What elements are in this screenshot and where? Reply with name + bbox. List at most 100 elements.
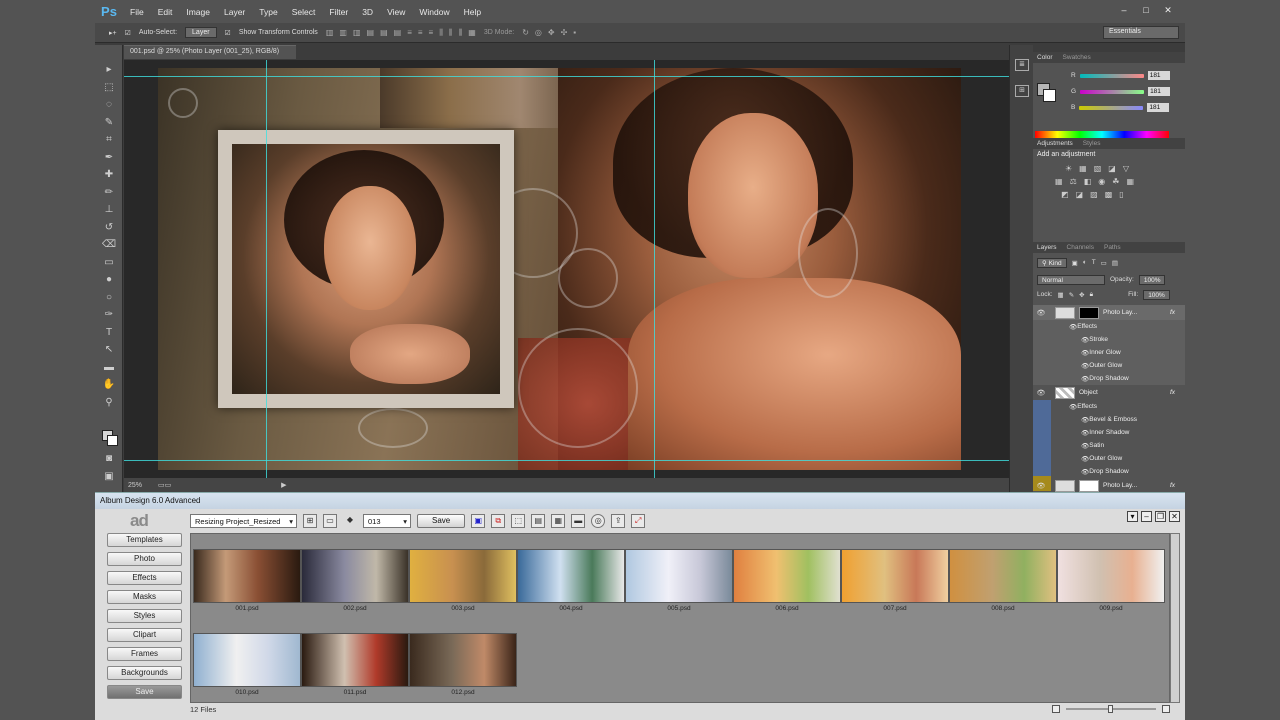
close-button[interactable]: ✕ [1159,3,1177,17]
open-folder-icon[interactable]: ▭ [323,514,337,528]
visibility-eye-icon[interactable]: 👁︎ [1033,389,1049,397]
layer-photo-2[interactable]: 👁︎ Photo Lay... fx [1033,478,1185,493]
align-top-icon[interactable]: ▥ [326,28,334,38]
lock-transparent-icon[interactable]: ▦ [1058,291,1064,299]
psd-icon[interactable]: ▣ [471,514,486,528]
pdf-icon[interactable]: ⧉ [491,514,506,528]
distribute-vcenter-icon[interactable]: ≡ [418,28,423,38]
masks-button[interactable]: Masks [107,590,182,604]
tab-adjustments[interactable]: Adjustments [1037,140,1073,147]
distribute-bottom-icon[interactable]: ≡ [429,28,434,38]
hue-saturation-icon[interactable]: ▦ [1055,177,1063,186]
thumbnail-item[interactable]: 009.psd [1057,549,1165,613]
zoom-tool-icon[interactable]: ⚲ [95,394,123,412]
effect-eye-icon[interactable]: 👁︎ [1081,362,1089,370]
page-layout-icon[interactable]: ▤ [531,514,546,528]
brush-tool-icon[interactable]: ✏ [95,184,123,202]
guide-line[interactable] [124,76,1009,77]
layer-filter-dropdown[interactable]: ⚲ Kind [1037,257,1067,268]
curves-icon[interactable]: ▧ [1094,164,1102,173]
thumbnail-item[interactable]: 007.psd [841,549,949,613]
filter-smart-icon[interactable]: ▤ [1112,259,1118,267]
effect-outer-glow[interactable]: 👁︎ Outer Glow [1033,359,1185,372]
effect-eye-icon[interactable]: 👁︎ [1069,323,1077,331]
move-tool-icon[interactable]: ▸ [95,61,123,79]
eraser-tool-icon[interactable]: ⌫ [95,236,123,254]
effect-eye-icon[interactable]: 👁︎ [1081,442,1089,450]
filter-adjust-icon[interactable]: ◐ [1083,259,1087,266]
exposure-icon[interactable]: ◪ [1108,164,1116,173]
thumbnail-item[interactable]: 006.psd [733,549,841,613]
zoom-slider-knob[interactable] [1108,705,1113,713]
effect-eye-icon[interactable]: 👁︎ [1081,455,1089,463]
effects-button[interactable]: Effects [107,571,182,585]
styles-button[interactable]: Styles [107,609,182,623]
tab-color[interactable]: Color [1037,54,1053,61]
canvas-area[interactable] [124,60,1009,478]
clone-stamp-tool-icon[interactable]: ⊥ [95,201,123,219]
brightness-icon[interactable]: ☀ [1065,164,1072,173]
gradient-tool-icon[interactable]: ▭ [95,254,123,272]
layer-name[interactable]: Photo Lay... [1103,482,1137,489]
layer-photo-1[interactable]: 👁︎ Photo Lay... fx [1033,305,1185,320]
tab-swatches[interactable]: Swatches [1063,54,1091,61]
layer-object[interactable]: 👁︎ Object fx [1033,385,1185,400]
menu-select[interactable]: Select [285,7,323,17]
3d-scale-icon[interactable]: ▪ [573,28,576,37]
effect-stroke[interactable]: 👁︎ Stroke [1033,333,1185,346]
align-bottom-icon[interactable]: ▥ [353,28,361,38]
resize-icon[interactable]: ⤢ [631,514,646,528]
thumbnail-item[interactable]: 012.psd [409,633,517,697]
menu-filter[interactable]: Filter [322,7,355,17]
maximize-button[interactable]: □ [1137,3,1155,17]
screen-mode-icon[interactable]: ▣ [95,468,123,486]
fx-icon[interactable]: fx [1170,389,1175,396]
menu-edit[interactable]: Edit [151,7,180,17]
tab-channels[interactable]: Channels [1067,244,1094,251]
effects-row[interactable]: 👁︎ Effects [1033,320,1185,333]
effect-eye-icon[interactable]: 👁︎ [1081,375,1089,383]
distribute-right-icon[interactable]: ⫼ [459,28,463,38]
fx-icon[interactable]: fx [1170,482,1175,489]
align-hcenter-icon[interactable]: ▤ [380,28,388,38]
posterize-icon[interactable]: ◪ [1076,190,1084,199]
filter-type-icon[interactable]: T [1092,259,1096,266]
quick-mask-icon[interactable]: ◙ [95,450,123,468]
lock-pixels-icon[interactable]: ✎ [1069,291,1074,299]
levels-icon[interactable]: ▦ [1079,164,1087,173]
zoom-slider[interactable] [1066,705,1156,713]
photo-filter-icon[interactable]: ◉ [1098,177,1105,186]
guide-line[interactable] [654,60,655,478]
thumbnail-item[interactable]: 002.psd [301,549,409,613]
distribute-top-icon[interactable]: ≡ [407,28,412,38]
red-slider[interactable] [1079,73,1144,78]
distribute-hcenter-icon[interactable]: ⫼ [449,28,453,38]
web-icon[interactable]: ◎ [591,514,606,528]
auto-align-icon[interactable]: ▦ [468,28,476,38]
effect-eye-icon[interactable]: 👁︎ [1081,349,1089,357]
3d-pan-icon[interactable]: ✥ [548,28,555,37]
blue-value[interactable]: 181 [1147,103,1170,112]
zoom-level[interactable]: 25% [128,482,142,489]
color-balance-icon[interactable]: ⚖ [1070,177,1077,186]
background-color-swatch[interactable] [107,435,118,446]
effect-bevel-emboss[interactable]: 👁︎ Bevel & Emboss [1033,413,1185,426]
blur-tool-icon[interactable]: ● [95,271,123,289]
effect-eye-icon[interactable]: 👁︎ [1069,403,1077,411]
effect-eye-icon[interactable]: 👁︎ [1081,336,1089,344]
clipart-button[interactable]: Clipart [107,628,182,642]
path-select-tool-icon[interactable]: ↖ [95,341,123,359]
thumbnail-item[interactable]: 005.psd [625,549,733,613]
photo-button[interactable]: Photo [107,552,182,566]
layer-name[interactable]: Object [1079,389,1098,396]
zoom-out-icon[interactable] [1052,705,1060,713]
backgrounds-button[interactable]: Backgrounds [107,666,182,680]
menu-view[interactable]: View [380,7,412,17]
healing-brush-tool-icon[interactable]: ✚ [95,166,123,184]
lock-all-icon[interactable]: 🔒︎ [1090,291,1093,299]
invert-icon[interactable]: ◩ [1061,190,1069,199]
project-dropdown[interactable]: Resizing Project_Resized [190,514,297,528]
auto-select-dropdown[interactable]: Layer [185,27,217,38]
tag-icon[interactable]: ◆ [343,514,357,528]
fx-icon[interactable]: fx [1170,309,1175,316]
